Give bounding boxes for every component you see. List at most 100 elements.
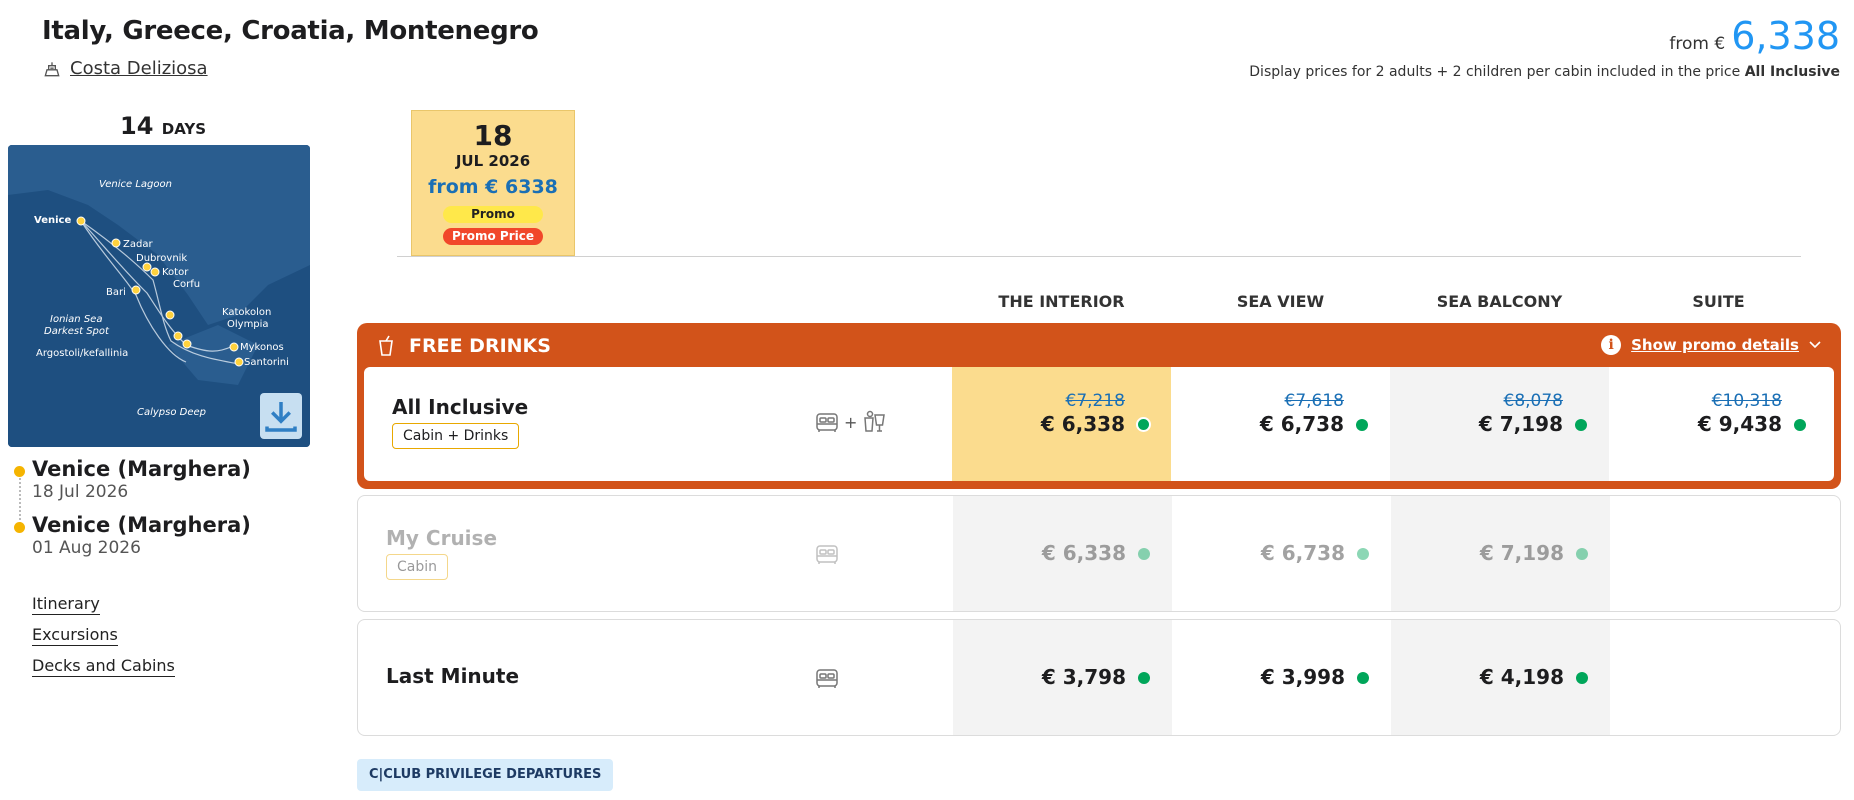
col-the-interior: THE INTERIOR [998,292,1125,311]
available-dot [1576,672,1588,684]
available-dot [1357,672,1369,684]
route-map[interactable]: Venice Lagoon Venice Zadar Dubrovnik Kot… [8,145,310,447]
bed-icon [816,669,838,688]
arrival-date: 01 Aug 2026 [32,538,141,558]
page-title: Italy, Greece, Croatia, Montenegro [42,16,539,46]
new-price: € 3,998 [1260,665,1345,689]
price-cell-interior[interactable]: €7,218 € 6,338 [952,367,1171,481]
cruise-links: Itinerary Excursions Decks and Cabins [32,594,175,687]
map-label-kotor: Kotor [162,267,189,278]
map-label-mykonos: Mykonos [240,342,284,353]
club-privilege-button[interactable]: C|CLUB PRIVILEGE DEPARTURES [357,759,614,791]
fare-name: My Cruise [386,526,498,550]
arrival-port: Venice (Marghera) [32,513,251,537]
new-price: € 6,338 [1040,412,1125,436]
date-card-day: 18 [473,119,513,152]
bed-icon [816,413,838,432]
link-decks-cabins[interactable]: Decks and Cabins [32,656,175,677]
ship-icon [44,61,60,76]
map-label-olympia: Olympia [227,319,269,330]
arrival-dot [14,522,25,533]
price-cell-sea-view[interactable]: € 6,738 [1172,496,1391,611]
fare-pill: Cabin [386,554,449,580]
fare-pill: Cabin + Drinks [392,423,520,449]
price-cell-suite[interactable]: €10,318 € 9,438 [1609,367,1828,481]
map-label-argostoli: Argostoli/kefallinia [36,348,128,359]
map-label-bari: Bari [106,287,126,298]
available-dot [1356,419,1368,431]
fare-includes [814,665,840,691]
map-label-venice-lagoon: Venice Lagoon [99,179,172,190]
map-label-venice: Venice [34,215,71,226]
available-dot [1794,419,1806,431]
available-dot [1136,417,1151,432]
itinerary-connector [19,478,21,524]
duration-value: 14 [120,112,154,140]
price-cell-sea-view[interactable]: € 3,998 [1172,620,1391,735]
map-label-santorini: Santorini [244,357,289,368]
new-price: € 6,738 [1259,412,1344,436]
fare-includes [814,541,840,567]
display-note-bold: All Inclusive [1744,64,1840,80]
col-sea-view: SEA VIEW [1236,292,1325,311]
available-dot [1138,672,1150,684]
ship-link[interactable]: Costa Deliziosa [42,58,208,79]
price-cell-interior[interactable]: € 3,798 [953,620,1172,735]
new-price: € 6,338 [1041,541,1126,565]
col-suite: SUITE [1692,292,1745,311]
promo-header: FREE DRINKS [377,335,551,357]
new-price: € 4,198 [1479,665,1564,689]
departure-dot [14,466,25,477]
map-download-button[interactable] [260,393,302,439]
ship-name: Costa Deliziosa [70,58,208,79]
price-cell-sea-balcony[interactable]: € 7,198 [1391,496,1610,611]
show-promo-details-label: Show promo details [1631,336,1799,354]
plus-sign: + [844,412,858,432]
price-cell-sea-view[interactable]: €7,618 € 6,738 [1171,367,1390,481]
fare-row-last-minute: Last Minute € 3,798 € 3,998 € 4,198 [357,619,1841,736]
show-promo-details[interactable]: i Show promo details [1601,335,1821,355]
departure-date-card[interactable]: 18 JUL 2026 from € 6338 Promo Promo Pric… [411,110,575,256]
from-label: from € [1669,34,1726,54]
from-price: from €6,338 [1669,14,1840,58]
drinks-icon [864,410,886,432]
col-sea-balcony: SEA BALCONY [1436,292,1563,311]
map-label-katokolon: Katokolon [222,307,271,318]
map-label-calypso-deep: Calypso Deep [137,407,206,418]
new-price: € 3,798 [1041,665,1126,689]
map-label-dubrovnik: Dubrovnik [136,253,187,264]
promo-price-badge: Promo Price [443,228,543,245]
duration-unit: DAYS [161,120,207,138]
date-divider [397,256,1801,257]
info-icon: i [1601,335,1622,355]
departure-date: 18 Jul 2026 [32,482,129,502]
available-dot [1138,548,1150,560]
link-excursions[interactable]: Excursions [32,625,118,646]
new-price: € 7,198 [1479,541,1564,565]
available-dot [1575,419,1587,431]
old-price: €10,318 [1711,391,1782,411]
old-price: €7,618 [1284,391,1344,411]
price-cell-interior[interactable]: € 6,338 [953,496,1172,611]
old-price: €8,078 [1503,391,1563,411]
chevron-down-icon [1809,341,1821,349]
date-card-month: JUL 2026 [455,152,531,170]
promo-title: FREE DRINKS [409,335,551,357]
map-label-corfu: Corfu [173,279,200,290]
bed-icon [816,545,838,564]
download-icon [265,402,297,432]
link-itinerary[interactable]: Itinerary [32,594,100,615]
price-cell-sea-balcony[interactable]: €8,078 € 7,198 [1390,367,1609,481]
from-price-value: 6,338 [1731,14,1840,58]
fare-row-my-cruise: My Cruise Cabin € 6,338 € 6,738 € 7,198 [357,495,1841,612]
price-cell-sea-balcony[interactable]: € 4,198 [1391,620,1610,735]
departure-port: Venice (Marghera) [32,457,251,481]
new-price: € 6,738 [1260,541,1345,565]
fare-name: Last Minute [386,664,520,688]
fare-row-all-inclusive: All Inclusive Cabin + Drinks + €7,218 € … [364,367,1834,481]
display-note: Display prices for 2 adults + 2 children… [1249,64,1840,80]
date-card-price: from € 6338 [428,176,558,198]
map-label-ionian-sea: Ionian Sea [50,314,102,325]
map-label-darkest-spot: Darkest Spot [44,326,110,337]
fare-includes: + [814,409,887,435]
